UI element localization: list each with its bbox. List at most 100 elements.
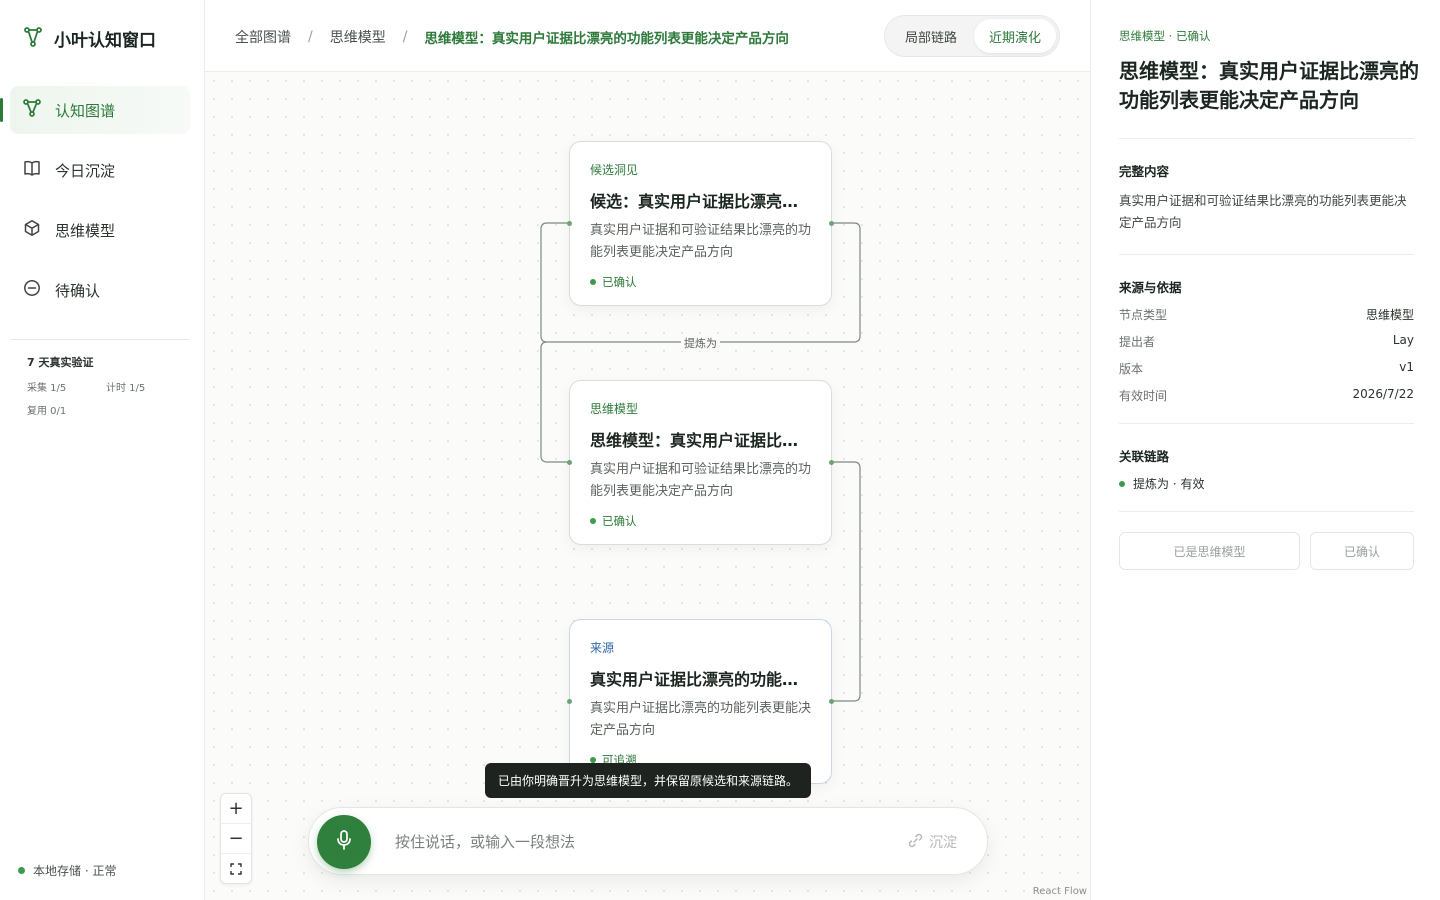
node-status: 已确认 [590, 513, 811, 529]
sidebar-item-pending[interactable]: 待确认 [10, 266, 190, 314]
fullscreen-icon [230, 859, 242, 880]
node-candidate[interactable]: 候选洞见 候选：真实用户证据比漂亮的功能列表更能决定产品方向 真实用户证据和可验… [567, 141, 834, 306]
confirmed-button[interactable]: 已确认 [1310, 532, 1414, 570]
settle-label: 沉淀 [929, 835, 957, 851]
sidebar-item-label: 待确认 [55, 281, 101, 300]
node-tag: 候选洞见 [590, 163, 639, 177]
node-status-text: 已确认 [602, 514, 637, 528]
panel-divider [1119, 423, 1414, 424]
node-handle-right[interactable] [829, 460, 834, 465]
storage-status: 本地存储 · 正常 [18, 862, 116, 879]
sidebar-item-models[interactable]: 思维模型 [10, 206, 190, 254]
cube-icon [23, 219, 41, 241]
node-handle-left[interactable] [567, 699, 572, 704]
sidebar: 小叶认知窗口 认知图谱 今日沉淀 思维模型 待确认 7 天真实验证 采集 1/5… [0, 0, 205, 900]
field-node-type: 节点类型 思维模型 [1119, 306, 1414, 323]
sidebar-nav: 认知图谱 今日沉淀 思维模型 待确认 [0, 86, 190, 326]
toast-message: 已由你明确晋升为思维模型，并保留原候选和来源链路。 [485, 763, 811, 798]
verification-title: 7 天真实验证 [27, 356, 94, 369]
node-tag: 思维模型 [590, 402, 639, 416]
field-key: 提出者 [1119, 335, 1156, 349]
links-heading: 关联链路 [1119, 449, 1170, 464]
collect-count: 采集 1/5 [27, 383, 67, 394]
panel-divider [1119, 254, 1414, 255]
brand[interactable]: 小叶认知窗口 [24, 26, 156, 51]
react-flow-attribution[interactable]: React Flow [1033, 886, 1087, 897]
fit-view-button[interactable] [221, 854, 251, 884]
verification-row: 复用 0/1 [27, 402, 185, 417]
node-model[interactable]: 思维模型 思维模型：真实用户证据比漂亮的功能列表更能决定产品方向 真实用户证据和… [567, 380, 834, 545]
field-version: 版本 v1 [1119, 360, 1414, 377]
microphone-icon [334, 829, 354, 855]
sidebar-item-label: 认知图谱 [55, 101, 116, 120]
sidebar-item-label: 思维模型 [55, 221, 116, 240]
zoom-in-button[interactable]: + [221, 794, 251, 824]
verification-summary: 7 天真实验证 采集 1/5 计时 1/5 复用 0/1 [27, 354, 185, 425]
reuse-count: 复用 0/1 [27, 406, 67, 417]
status-dot-icon [1119, 480, 1125, 487]
status-dot-icon [18, 867, 25, 874]
related-link[interactable]: 提炼为 · 有效 [1119, 475, 1204, 492]
node-description: 真实用户证据比漂亮的功能列表更能决定产品方向 [590, 701, 811, 738]
panel-divider [1119, 138, 1414, 139]
node-status-text: 已确认 [602, 275, 637, 289]
node-title: 真实用户证据比漂亮的功能列表更能决定产品方向 [590, 670, 811, 689]
panel-divider [1119, 511, 1414, 512]
sidebar-divider [10, 339, 190, 340]
book-icon [23, 159, 41, 181]
field-value: 2026/7/22 [1352, 387, 1414, 401]
edge-label: 提炼为 [681, 335, 720, 351]
voice-button[interactable] [317, 815, 371, 869]
field-valid-time: 有效时间 2026/7/22 [1119, 387, 1414, 404]
zoom-out-button[interactable]: − [221, 824, 251, 854]
node-status: 已确认 [590, 274, 811, 290]
field-value: Lay [1392, 333, 1414, 347]
status-dot-icon [590, 279, 596, 285]
status-dot-icon [590, 518, 596, 524]
field-key: 节点类型 [1119, 308, 1168, 322]
field-value: 思维模型 [1365, 308, 1414, 322]
field-key: 版本 [1119, 362, 1144, 376]
source-heading: 来源与依据 [1119, 280, 1182, 295]
app-title: 小叶认知窗口 [54, 31, 156, 51]
settle-button[interactable]: 沉淀 [908, 832, 957, 852]
node-title: 思维模型：真实用户证据比漂亮的功能列表更能决定产品方向 [590, 431, 811, 450]
panel-title: 思维模型：真实用户证据比漂亮的功能列表更能决定产品方向 [1119, 59, 1419, 112]
node-handle-right[interactable] [829, 699, 834, 704]
timer-count: 计时 1/5 [106, 383, 146, 394]
detail-panel: 思维模型 · 已确认 思维模型：真实用户证据比漂亮的功能列表更能决定产品方向 完… [1090, 0, 1440, 900]
panel-kicker: 思维模型 · 已确认 [1119, 29, 1211, 43]
field-proposer: 提出者 Lay [1119, 333, 1414, 350]
minus-circle-icon [23, 279, 41, 301]
thought-input[interactable] [395, 828, 875, 856]
already-model-button[interactable]: 已是思维模型 [1119, 532, 1300, 570]
link-icon [908, 833, 923, 852]
plus-icon: + [228, 798, 244, 819]
node-handle-left[interactable] [567, 460, 572, 465]
zoom-controls: + − [220, 793, 252, 884]
edge-source-to-model [832, 461, 861, 702]
sidebar-item-label: 今日沉淀 [55, 161, 116, 180]
node-title: 候选：真实用户证据比漂亮的功能列表更能决定产品方向 [590, 192, 811, 211]
sidebar-item-graph[interactable]: 认知图谱 [0, 86, 190, 134]
related-link-text: 提炼为 · 有效 [1133, 477, 1205, 491]
edge-model-left [540, 341, 569, 463]
graph-canvas[interactable]: 全部图谱 / 思维模型 / 思维模型：真实用户证据比漂亮的功能列表更能决定产品方… [205, 0, 1090, 900]
node-description: 真实用户证据和可验证结果比漂亮的功能列表更能决定产品方向 [590, 223, 811, 260]
storage-status-text: 本地存储 · 正常 [33, 864, 117, 878]
field-key: 有效时间 [1119, 389, 1168, 403]
graph-icon [23, 99, 41, 121]
node-description: 真实用户证据和可验证结果比漂亮的功能列表更能决定产品方向 [590, 462, 811, 499]
verification-row: 采集 1/5 计时 1/5 [27, 379, 185, 394]
content-body: 真实用户证据和可验证结果比漂亮的功能列表更能决定产品方向 [1119, 193, 1407, 230]
field-value: v1 [1399, 360, 1414, 374]
minus-icon: − [228, 828, 244, 849]
content-heading: 完整内容 [1119, 164, 1170, 179]
node-handle-right[interactable] [829, 221, 834, 226]
graph-logo-icon [24, 26, 42, 51]
node-source[interactable]: 来源 真实用户证据比漂亮的功能列表更能决定产品方向 真实用户证据比漂亮的功能列表… [567, 619, 834, 784]
node-handle-left[interactable] [567, 221, 572, 226]
sidebar-item-today[interactable]: 今日沉淀 [10, 146, 190, 194]
node-tag: 来源 [590, 641, 615, 655]
composer: 沉淀 [308, 807, 988, 875]
